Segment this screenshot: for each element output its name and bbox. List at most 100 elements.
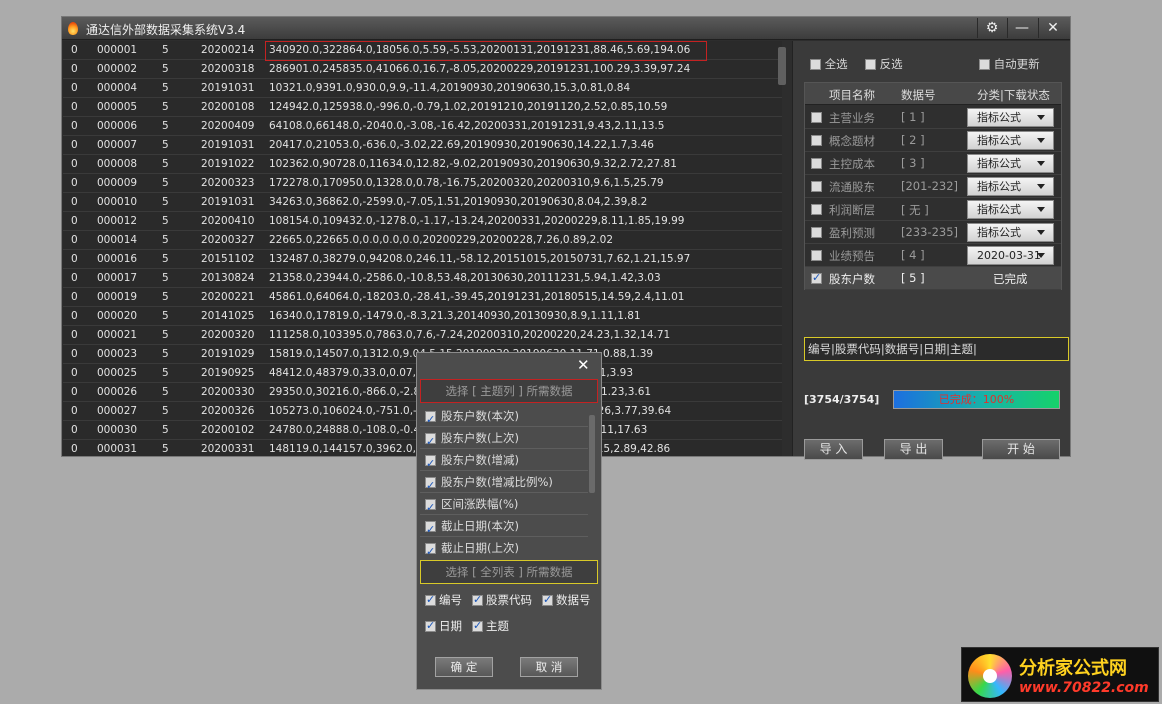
project-num: [ 无 ] <box>901 203 929 217</box>
table-row[interactable]: 0 000008 5 20191022 102362.0,90728.0,11634.0… <box>63 155 782 174</box>
dialog-ok-button[interactable]: 确 定 <box>435 657 493 677</box>
project-status-select[interactable]: 指标公式 <box>967 131 1054 150</box>
project-checkbox[interactable] <box>811 227 822 238</box>
item-label: 股东户数(增减) <box>441 453 519 467</box>
import-button[interactable]: 导 入 <box>804 439 863 460</box>
item-checkbox[interactable] <box>425 497 436 519</box>
list-item[interactable]: 截止日期(上次) <box>420 537 588 555</box>
item-checkbox[interactable] <box>425 453 436 475</box>
close-button[interactable]: ✕ <box>1038 18 1067 38</box>
project-row[interactable]: 利润断层 [ 无 ] 指标公式 <box>805 198 1061 221</box>
column-checkbox[interactable]: 股票代码 <box>472 592 532 608</box>
table-cell: 20200214 <box>201 44 255 56</box>
item-checkbox[interactable] <box>425 475 436 497</box>
table-cell: 0 <box>71 234 78 246</box>
export-button[interactable]: 导 出 <box>884 439 943 460</box>
table-row[interactable]: 0 000004 5 20191031 10321.0,9391.0,930.0,9.9… <box>63 79 782 98</box>
table-row[interactable]: 0 000009 5 20200323 172278.0,170950.0,1328.0… <box>63 174 782 193</box>
table-cell: 000026 <box>97 386 138 398</box>
start-button[interactable]: 开 始 <box>982 439 1060 460</box>
table-cell: 20151102 <box>201 253 255 265</box>
project-row[interactable]: 业绩预告 [ 4 ] 2020-03-31 <box>805 244 1061 267</box>
project-row[interactable]: 概念题材 [ 2 ] 指标公式 <box>805 129 1061 152</box>
project-checkbox[interactable] <box>811 135 822 146</box>
dialog-cancel-button[interactable]: 取 消 <box>520 657 578 677</box>
table-row[interactable]: 0 000020 5 20141025 16340.0,17819.0,-1479.0,… <box>63 307 782 326</box>
dialog-close-icon[interactable]: ✕ <box>577 356 590 374</box>
project-row[interactable]: 主控成本 [ 3 ] 指标公式 <box>805 152 1061 175</box>
list-item[interactable]: 股东户数(本次) <box>420 405 588 431</box>
auto-update-checkbox[interactable]: 自动更新 <box>979 56 1040 72</box>
item-checkbox[interactable] <box>425 541 436 555</box>
table-cell: 0 <box>71 101 78 113</box>
minimize-button[interactable]: — <box>1007 18 1036 38</box>
grid-scrollbar[interactable] <box>778 47 786 85</box>
table-row[interactable]: 0 000021 5 20200320 111258.0,103395.0,7863.0… <box>63 326 782 345</box>
project-checkbox[interactable] <box>811 204 822 215</box>
table-cell: 21358.0,23944.0,-2586.0,-10.8,53.48,2013… <box>269 272 661 284</box>
item-label: 截止日期(本次) <box>441 519 519 533</box>
table-row[interactable]: 0 000010 5 20191031 34263.0,36862.0,-2599.0,… <box>63 193 782 212</box>
table-cell: 124942.0,125938.0,-996.0,-0.79,1.02,2019… <box>269 101 668 113</box>
table-cell: 5 <box>162 101 169 113</box>
item-checkbox[interactable] <box>425 519 436 541</box>
table-row[interactable]: 0 000019 5 20200221 45861.0,64064.0,-18203.0… <box>63 288 782 307</box>
project-row[interactable]: 流通股东 [201-232] 指标公式 <box>805 175 1061 198</box>
table-row[interactable]: 0 000017 5 20130824 21358.0,23944.0,-2586.0,… <box>63 269 782 288</box>
project-checkbox[interactable] <box>811 181 822 192</box>
table-cell: 20200327 <box>201 234 255 246</box>
project-row[interactable]: 股东户数 [ 5 ] 已完成 <box>805 267 1061 290</box>
project-checkbox[interactable] <box>811 250 822 261</box>
project-status-select[interactable]: 指标公式 <box>967 154 1054 173</box>
table-row[interactable]: 0 000005 5 20200108 124942.0,125938.0,-996.0… <box>63 98 782 117</box>
item-checkbox[interactable] <box>425 409 436 431</box>
column-checkbox[interactable]: 数据号 <box>542 592 591 608</box>
item-checkbox[interactable] <box>425 431 436 453</box>
table-row[interactable]: 0 000007 5 20191031 20417.0,21053.0,-636.0,-… <box>63 136 782 155</box>
table-cell: 5 <box>162 158 169 170</box>
table-row[interactable]: 0 000014 5 20200327 22665.0,22665.0,0.0,0.0,… <box>63 231 782 250</box>
project-status-select[interactable]: 指标公式 <box>967 223 1054 242</box>
table-cell: 64108.0,66148.0,-2040.0,-3.08,-16.42,202… <box>269 120 665 132</box>
table-row[interactable]: 0 000002 5 20200318 286901.0,245835.0,41066.… <box>63 60 782 79</box>
table-row[interactable]: 0 000012 5 20200410 108154.0,109432.0,-1278.… <box>63 212 782 231</box>
list-item[interactable]: 区间涨跌幅(%) <box>420 493 588 519</box>
list-item[interactable]: 股东户数(上次) <box>420 427 588 453</box>
table-cell: 000006 <box>97 120 138 132</box>
project-checkbox[interactable] <box>811 112 822 123</box>
table-cell: 20191031 <box>201 82 255 94</box>
invert-checkbox[interactable]: 反选 <box>865 56 903 72</box>
table-cell: 000016 <box>97 253 138 265</box>
table-cell: 0 <box>71 177 78 189</box>
project-row[interactable]: 盈利预测 [233-235] 指标公式 <box>805 221 1061 244</box>
table-cell: 5 <box>162 386 169 398</box>
table-row[interactable]: 0 000006 5 20200409 64108.0,66148.0,-2040.0,… <box>63 117 782 136</box>
select-all-checkbox[interactable]: 全选 <box>810 56 848 72</box>
list-item[interactable]: 截止日期(本次) <box>420 515 588 541</box>
table-cell: 20200330 <box>201 386 255 398</box>
project-status-select[interactable]: 指标公式 <box>967 200 1054 219</box>
project-name: 业绩预告 <box>829 249 875 263</box>
fields-display[interactable]: 编号|股票代码|数据号|日期|主题| <box>804 337 1069 361</box>
project-checkbox[interactable] <box>811 158 822 169</box>
settings-icon[interactable]: ⚙ <box>977 18 1006 38</box>
project-status-select[interactable]: 2020-03-31 <box>967 246 1054 265</box>
table-cell: 20200410 <box>201 215 255 227</box>
flame-icon <box>68 22 78 35</box>
project-row[interactable]: 主营业务 [ 1 ] 指标公式 <box>805 106 1061 129</box>
column-checkbox[interactable]: 编号 <box>425 592 462 608</box>
list-item[interactable]: 股东户数(增减比例%) <box>420 471 588 497</box>
column-checkbox[interactable]: 日期 <box>425 618 462 634</box>
project-checkbox[interactable] <box>811 271 822 284</box>
table-cell: 5 <box>162 44 169 56</box>
table-cell: 0 <box>71 196 78 208</box>
column-checkbox[interactable]: 主题 <box>472 618 509 634</box>
table-row[interactable]: 0 000016 5 20151102 132487.0,38279.0,94208.0… <box>63 250 782 269</box>
project-name: 股东户数 <box>829 272 875 286</box>
project-status-select[interactable]: 指标公式 <box>967 177 1054 196</box>
table-cell: 5 <box>162 82 169 94</box>
list-item[interactable]: 股东户数(增减) <box>420 449 588 475</box>
title-bar[interactable]: 通达信外部数据采集系统V3.4 ⚙ — ✕ <box>62 17 1070 40</box>
project-status-select[interactable]: 指标公式 <box>967 108 1054 127</box>
dialog-scrollbar[interactable] <box>589 415 595 493</box>
